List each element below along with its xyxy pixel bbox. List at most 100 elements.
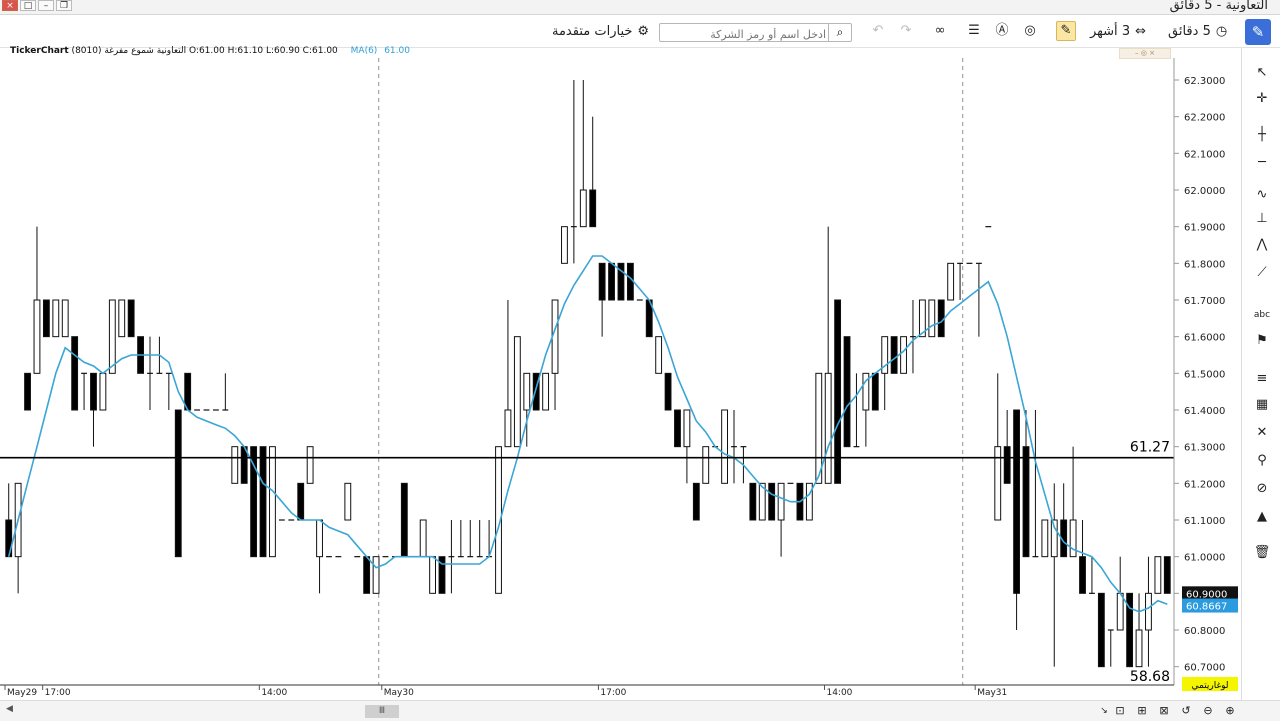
candle-body-up: [900, 336, 907, 374]
search-input[interactable]: [664, 25, 828, 43]
indicator-icon[interactable]: ◎: [1021, 22, 1039, 40]
restore-window-button[interactable]: ❐: [56, 0, 72, 11]
list-icon[interactable]: ☰: [965, 22, 983, 40]
candle-body-down: [1013, 409, 1021, 594]
measure-icon[interactable]: ⊥: [1252, 210, 1272, 228]
interval-selector[interactable]: ◷ 5 دقائق: [1168, 20, 1227, 42]
window-title: التعاونية - 5 دقائق: [1169, 0, 1268, 13]
candle-body-up: [1069, 519, 1077, 558]
undo-icon[interactable]: ↶: [869, 22, 887, 40]
zoom-box2-icon[interactable]: ⊞: [1134, 703, 1150, 719]
cursor-icon[interactable]: ↖: [1252, 64, 1272, 82]
zoom-out-icon[interactable]: ⊖: [1200, 703, 1216, 719]
candle: [429, 556, 437, 594]
scroll-right-icon[interactable]: ↘: [1096, 703, 1112, 719]
pattern-icon[interactable]: ⋀: [1252, 236, 1272, 254]
x-tick-label: 17:00: [600, 688, 626, 698]
candle: [250, 446, 258, 558]
vertical-line-icon[interactable]: ┼: [1252, 126, 1272, 144]
y-tick-label: 61.3000: [1184, 443, 1225, 454]
candle-body-up: [523, 372, 531, 411]
candle: [721, 409, 729, 484]
zoom-reset-icon[interactable]: ↺: [1178, 703, 1194, 719]
candle-body-up: [419, 519, 427, 558]
binoculars-icon[interactable]: ∞: [931, 22, 949, 40]
candle-body-up: [655, 336, 663, 374]
candle: [523, 372, 531, 447]
delete-icon[interactable]: 🗑: [1252, 544, 1272, 562]
layers-icon[interactable]: ≡: [1252, 370, 1272, 388]
candle: [316, 519, 323, 594]
crosshair-icon[interactable]: ✛: [1252, 90, 1272, 108]
ma-label: MA(6): [350, 46, 378, 56]
candle: [692, 482, 700, 521]
candle: [843, 336, 851, 448]
candle: [1013, 409, 1021, 630]
candle-body-down: [598, 262, 606, 301]
candle: [834, 299, 842, 484]
scroll-thumb[interactable]: Ⅲ: [365, 705, 399, 718]
chart-scrollbar[interactable]: ◀ Ⅲ ↘ ⊡ ⊞ ⊠ ↺ ⊖ ⊕: [0, 700, 1280, 721]
zoom-box-icon[interactable]: ⊡: [1112, 703, 1128, 719]
candle-body-down: [71, 336, 79, 411]
last-ma-tag: 60.8667: [1186, 602, 1227, 613]
company-search: ⌕: [659, 23, 852, 43]
maximize-window-button[interactable]: □: [20, 0, 36, 11]
interval-label: 5 دقائق: [1168, 23, 1211, 39]
flag-icon[interactable]: ⚑: [1252, 332, 1272, 350]
magnet-icon[interactable]: ⚲: [1252, 452, 1272, 470]
trend-icon[interactable]: ⟋: [1252, 264, 1272, 282]
candle: [71, 336, 79, 411]
candle: [570, 80, 577, 264]
y-tick-label: 61.1000: [1184, 516, 1225, 527]
candle-body-up: [1145, 592, 1152, 631]
candle-body-up: [1041, 519, 1049, 558]
candle: [90, 372, 97, 447]
log-scale-tag: لوغاريتمي: [1191, 681, 1228, 691]
candle-body-up: [1135, 629, 1143, 668]
price-chart[interactable]: 61.27 58.68 62.3000 62.2000 62.1000 62.0000 6…: [0, 58, 1241, 700]
y-tick-label: 62.2000: [1184, 113, 1225, 124]
candle: [24, 372, 31, 411]
candle: [1032, 410, 1039, 558]
close-window-button[interactable]: ×: [2, 0, 18, 11]
candle: [1041, 519, 1049, 558]
grid-icon[interactable]: ▦: [1252, 396, 1272, 414]
bottom-value-label: 58.68: [1130, 669, 1170, 685]
search-icon[interactable]: ⌕: [828, 23, 851, 42]
y-tick-label: 61.7000: [1184, 296, 1225, 307]
lock-icon[interactable]: ▲: [1252, 508, 1272, 526]
candle-body-up: [928, 299, 936, 338]
draw-active-icon[interactable]: ✎: [1056, 21, 1076, 41]
candle-body-down: [24, 372, 31, 411]
clear-drawings-icon[interactable]: ✕: [1252, 424, 1272, 442]
ma-line: [7, 255, 1168, 613]
clock-icon: ◷: [1215, 23, 1228, 39]
scroll-left-icon[interactable]: ◀: [6, 704, 13, 714]
candle: [683, 409, 691, 484]
candle: [768, 482, 776, 521]
candle: [551, 299, 559, 410]
candle: [937, 299, 945, 338]
y-tick-label: 61.6000: [1184, 333, 1225, 344]
ma-value: 61.00: [384, 46, 410, 56]
candle: [881, 336, 889, 410]
minimize-window-button[interactable]: –: [38, 0, 54, 11]
candle: [222, 373, 229, 411]
candle-body-up: [344, 482, 352, 521]
candle: [853, 373, 860, 448]
hide-icon[interactable]: ⊘: [1252, 480, 1272, 498]
x-tick-label: 14:00: [826, 688, 852, 698]
candle: [542, 372, 550, 411]
horizontal-line-icon[interactable]: ─: [1252, 154, 1272, 172]
range-selector[interactable]: ⇔ 3 أشهر: [1090, 20, 1146, 42]
advanced-options-button[interactable]: ⚙ خيارات متقدمة: [552, 20, 649, 42]
zoom-in-icon[interactable]: ⊕: [1222, 703, 1238, 719]
redo-icon[interactable]: ↷: [897, 22, 915, 40]
alert-icon[interactable]: Ⓐ: [993, 22, 1011, 40]
curve-icon[interactable]: ∿: [1252, 186, 1272, 204]
zoom-fit-icon[interactable]: ⊠: [1156, 703, 1172, 719]
text-icon[interactable]: abc: [1252, 306, 1272, 324]
candle: [910, 300, 916, 374]
pencil-icon[interactable]: ✎: [1245, 19, 1271, 45]
